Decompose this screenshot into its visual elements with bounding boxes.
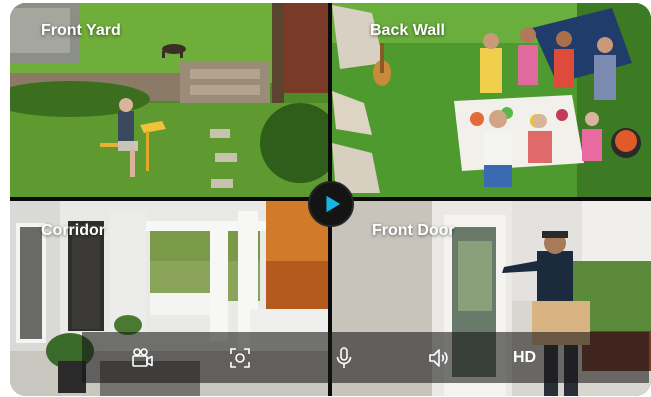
camera-toolbar: HD <box>82 332 649 383</box>
speaker-icon <box>429 349 448 367</box>
camera-grid-viewer: Front Yard Back Wall Corridor Front Door… <box>10 3 651 396</box>
play-icon <box>326 195 341 213</box>
camera-label: Back Wall <box>370 22 445 39</box>
hd-quality-button[interactable]: HD <box>513 345 536 371</box>
snapshot-button[interactable] <box>228 345 252 371</box>
camera-label: Front Door <box>372 222 455 239</box>
volume-button[interactable] <box>427 345 451 371</box>
record-video-button[interactable] <box>130 345 154 371</box>
camera-label: Corridor <box>41 222 105 239</box>
camera-tile-front-yard[interactable]: Front Yard <box>10 3 328 197</box>
talk-button[interactable] <box>332 345 356 371</box>
microphone-icon <box>336 347 352 368</box>
snapshot-icon <box>230 348 250 368</box>
camera-label: Front Yard <box>41 22 121 39</box>
camera-tile-back-wall[interactable]: Back Wall <box>332 3 651 197</box>
video-camera-icon <box>132 348 153 367</box>
play-button[interactable] <box>308 181 354 227</box>
